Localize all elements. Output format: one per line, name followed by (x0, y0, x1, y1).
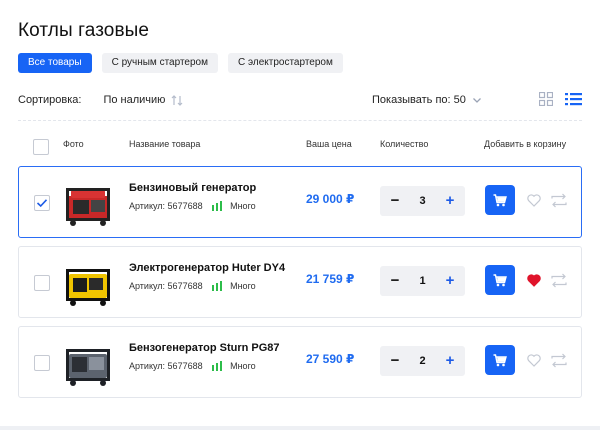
bottom-edge (0, 426, 600, 430)
select-all-checkbox[interactable] (33, 139, 49, 155)
stock-status: Много (230, 361, 256, 371)
quantity-value[interactable]: 2 (419, 355, 425, 367)
filter-manual-starter[interactable]: С ручным стартером (101, 53, 218, 73)
quantity-value[interactable]: 3 (419, 195, 425, 207)
product-price: 21 759 ₽ (306, 272, 355, 286)
sort-arrows-icon (171, 94, 183, 106)
per-page-dropdown[interactable]: Показывать по: 50 (372, 94, 482, 106)
table-header: Фото Название товара Ваша цена Количеств… (18, 134, 582, 155)
sort-value: По наличию (103, 94, 166, 106)
product-meta: Артикул: 5677688 Много (129, 201, 256, 211)
page-title: Котлы газовые (18, 20, 150, 41)
column-name: Название товара (129, 139, 201, 149)
increase-quantity-button[interactable]: + (441, 272, 459, 290)
sort-bar: Сортировка: По наличию Показывать по: 50 (18, 90, 582, 110)
decrease-quantity-button[interactable]: − (386, 272, 404, 290)
filter-chips: Все товары С ручным стартером С электрос… (18, 53, 343, 73)
product-sku: Артикул: 5677688 (129, 361, 203, 371)
generator-photo (66, 349, 110, 386)
generator-photo (66, 188, 110, 226)
cart-icon (493, 193, 507, 206)
stock-bars-icon (211, 201, 223, 211)
heart-icon[interactable] (527, 354, 541, 367)
column-photo: Фото (63, 139, 84, 149)
divider (18, 120, 582, 121)
row-checkbox[interactable] (34, 275, 50, 291)
row-checkbox[interactable] (34, 195, 50, 211)
stock-bars-icon (211, 281, 223, 291)
sort-dropdown[interactable]: По наличию (103, 94, 183, 106)
product-sku: Артикул: 5677688 (129, 281, 203, 291)
product-name[interactable]: Бензогенератор Sturn PG87 (129, 342, 280, 354)
sort-label: Сортировка: (18, 94, 82, 106)
per-page-label: Показывать по: 50 (372, 94, 466, 106)
stock-status: Много (230, 281, 256, 291)
filter-electric-starter[interactable]: С электростартером (227, 53, 343, 73)
increase-quantity-button[interactable]: + (441, 352, 459, 370)
quantity-stepper: − 2 + (380, 346, 465, 376)
decrease-quantity-button[interactable]: − (386, 352, 404, 370)
product-row[interactable]: Бензогенератор Sturn PG87 Артикул: 56776… (18, 326, 582, 398)
stock-status: Много (230, 201, 256, 211)
grid-view-icon[interactable] (539, 92, 553, 106)
column-cart: Добавить в корзину (484, 139, 567, 149)
quantity-value[interactable]: 1 (419, 275, 425, 287)
cart-icon (493, 273, 507, 286)
product-row[interactable]: Бензиновый генератор Артикул: 5677688 Мн… (18, 166, 582, 238)
filter-all-products[interactable]: Все товары (18, 53, 92, 73)
product-name[interactable]: Электрогенератор Huter DY4 (129, 262, 285, 274)
quantity-stepper: − 1 + (380, 266, 465, 296)
compare-arrows-icon[interactable] (551, 273, 567, 288)
cart-icon (493, 353, 507, 366)
column-quantity: Количество (380, 139, 429, 149)
generator-photo (66, 269, 110, 306)
product-row[interactable]: Электрогенератор Huter DY4 Артикул: 5677… (18, 246, 582, 318)
row-checkbox[interactable] (34, 355, 50, 371)
add-to-cart-button[interactable] (485, 185, 515, 215)
compare-arrows-icon[interactable] (551, 193, 567, 208)
quantity-stepper: − 3 + (380, 186, 465, 216)
product-meta: Артикул: 5677688 Много (129, 361, 256, 371)
product-price: 27 590 ₽ (306, 352, 355, 366)
product-name[interactable]: Бензиновый генератор (129, 182, 256, 194)
add-to-cart-button[interactable] (485, 265, 515, 295)
column-price: Ваша цена (306, 139, 352, 149)
chevron-down-icon (472, 98, 481, 103)
product-sku: Артикул: 5677688 (129, 201, 203, 211)
compare-arrows-icon[interactable] (551, 353, 567, 368)
heart-icon[interactable] (527, 194, 541, 207)
heart-icon[interactable] (527, 274, 541, 287)
add-to-cart-button[interactable] (485, 345, 515, 375)
checkmark-icon (36, 199, 48, 208)
stock-bars-icon (211, 361, 223, 371)
product-meta: Артикул: 5677688 Много (129, 281, 256, 291)
increase-quantity-button[interactable]: + (441, 192, 459, 210)
decrease-quantity-button[interactable]: − (386, 192, 404, 210)
list-view-icon[interactable] (565, 92, 582, 106)
product-price: 29 000 ₽ (306, 192, 355, 206)
